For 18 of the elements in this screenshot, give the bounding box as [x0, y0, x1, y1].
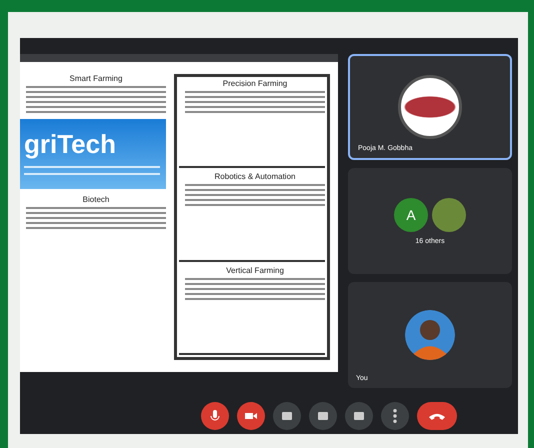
- present-button[interactable]: [345, 402, 373, 430]
- phone-icon: [429, 412, 445, 420]
- section-heading: Precision Farming: [222, 79, 288, 88]
- more-button[interactable]: [381, 402, 409, 430]
- hand-button[interactable]: [309, 402, 337, 430]
- person-avatar-icon: [405, 310, 455, 360]
- section-heading: Robotics & Automation: [214, 172, 296, 182]
- section-heading: Vertical Farming: [225, 266, 285, 275]
- camera-button[interactable]: [237, 402, 265, 430]
- avatar-circle: [432, 198, 466, 232]
- captions-button[interactable]: [273, 402, 301, 430]
- mic-button[interactable]: [201, 402, 229, 430]
- more-icon: [393, 409, 397, 423]
- banner-title: griTech: [24, 129, 117, 160]
- end-button[interactable]: [417, 402, 457, 430]
- avatar-initial: A: [394, 198, 428, 232]
- section-heading: Smart Farming: [68, 74, 124, 83]
- section-heading: Biotech: [82, 195, 110, 204]
